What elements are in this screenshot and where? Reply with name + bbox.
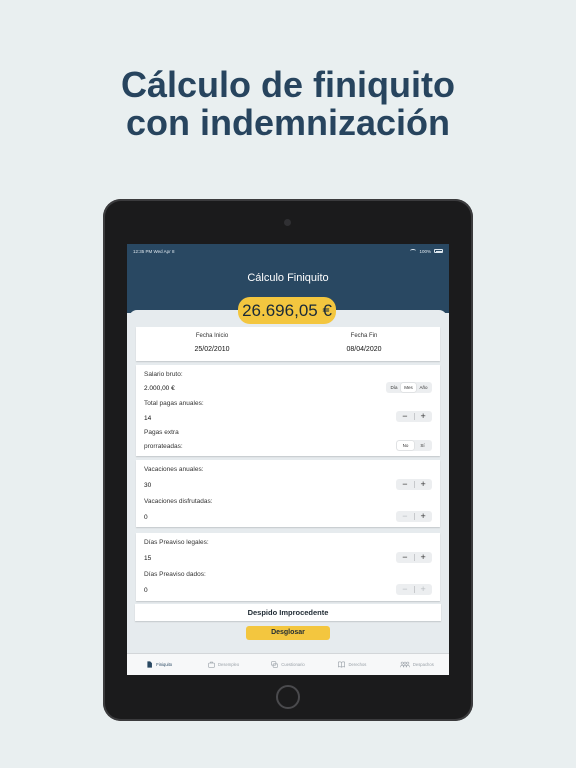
breakdown-button[interactable]: Desglosar — [246, 626, 330, 640]
plus-icon[interactable]: + — [414, 511, 432, 522]
payments-value: 14 — [144, 415, 152, 422]
extra-option-yes[interactable]: Sí — [414, 441, 431, 450]
salary-label: Salario bruto: — [144, 371, 183, 378]
notice-card: Días Preaviso legales: 15 − + Días Preav… — [136, 533, 440, 601]
wifi-icon — [410, 249, 417, 253]
plus-icon[interactable]: + — [414, 411, 432, 422]
tab-bar: Finiquito Desempleo Cuestionario Derecho… — [127, 653, 449, 675]
tab-desempleo[interactable]: Desempleo — [191, 654, 255, 675]
headline: Cálculo de finiquito con indemnización — [0, 66, 576, 142]
app-screen: 12:35 PM Wed Apr 8 100% Cálculo Finiquit… — [127, 244, 449, 675]
headline-line-2: con indemnización — [125, 102, 451, 143]
tab-label: Desempleo — [218, 662, 240, 667]
legal-notice-label: Días Preaviso legales: — [144, 539, 209, 546]
end-date-field[interactable]: Fecha Fin 08/04/2020 — [288, 327, 440, 361]
nav-title: Cálculo Finiquito — [247, 272, 329, 284]
annual-vacation-label: Vacaciones anuales: — [144, 466, 204, 473]
tablet-frame: 12:35 PM Wed Apr 8 100% Cálculo Finiquit… — [103, 199, 473, 721]
tab-label: Despachos — [412, 662, 434, 667]
chat-icon — [271, 661, 279, 668]
dates-card: Fecha Inicio 25/02/2010 Fecha Fin 08/04/… — [136, 327, 440, 361]
tab-despachos[interactable]: Despachos — [385, 654, 449, 675]
tab-label: Derechos — [348, 662, 367, 667]
end-date-value[interactable]: 08/04/2020 — [288, 346, 440, 353]
minus-icon[interactable]: − — [396, 479, 414, 490]
minus-icon[interactable]: − — [396, 584, 414, 595]
start-date-field[interactable]: Fecha Inicio 25/02/2010 — [136, 327, 288, 361]
dismissal-type-selector[interactable]: Despido Improcedente — [135, 604, 441, 621]
camera-icon — [284, 219, 291, 226]
tab-label: Cuestionario — [281, 662, 305, 667]
tab-cuestionario[interactable]: Cuestionario — [256, 654, 320, 675]
minus-icon[interactable]: − — [396, 511, 414, 522]
plus-icon[interactable]: + — [414, 552, 432, 563]
legal-notice-value: 15 — [144, 555, 152, 562]
battery-icon — [434, 249, 443, 253]
vacation-card: Vacaciones anuales: 30 − + Vacaciones di… — [136, 460, 440, 527]
extra-pay-label-2: prorrateadas: — [144, 443, 183, 450]
given-notice-label: Días Preaviso dados: — [144, 571, 206, 578]
period-option-day[interactable]: Día — [387, 383, 401, 392]
annual-vacation-value: 30 — [144, 482, 152, 489]
home-button[interactable] — [276, 685, 300, 709]
tab-finiquito[interactable]: Finiquito — [127, 654, 191, 675]
plus-icon[interactable]: + — [414, 584, 432, 595]
extra-pay-toggle[interactable]: No Sí — [396, 440, 432, 451]
form-content: Fecha Inicio 25/02/2010 Fecha Fin 08/04/… — [129, 310, 447, 655]
payments-stepper[interactable]: − + — [396, 411, 432, 422]
period-option-year[interactable]: Año — [416, 383, 431, 392]
extra-pay-label-1: Pagas extra — [144, 429, 179, 436]
book-icon — [338, 661, 346, 668]
period-option-month[interactable]: Mes — [401, 383, 416, 392]
salary-period-selector[interactable]: Día Mes Año — [386, 382, 432, 393]
start-date-label: Fecha Inicio — [195, 333, 229, 339]
given-notice-stepper[interactable]: − + — [396, 584, 432, 595]
given-notice-value: 0 — [144, 587, 148, 594]
salary-value[interactable]: 2.000,00 € — [144, 385, 175, 392]
used-vacation-stepper[interactable]: − + — [396, 511, 432, 522]
status-time: 12:35 PM Wed Apr 8 — [133, 248, 175, 254]
minus-icon[interactable]: − — [396, 552, 414, 563]
tab-derechos[interactable]: Derechos — [320, 654, 384, 675]
plus-icon[interactable]: + — [414, 479, 432, 490]
extra-option-no[interactable]: No — [397, 441, 414, 450]
tab-label: Finiquito — [156, 662, 173, 667]
used-vacation-value: 0 — [144, 514, 148, 521]
battery-percent: 100% — [419, 248, 431, 254]
total-amount-badge: 26.696,05 € — [238, 297, 336, 324]
end-date-label: Fecha Fin — [350, 333, 378, 339]
annual-vacation-stepper[interactable]: − + — [396, 479, 432, 490]
start-date-value[interactable]: 25/02/2010 — [136, 346, 288, 353]
headline-line-1: Cálculo de finiquito — [121, 64, 455, 105]
legal-notice-stepper[interactable]: − + — [396, 552, 432, 563]
people-icon — [400, 661, 410, 668]
payments-label: Total pagas anuales: — [144, 400, 204, 407]
document-icon — [147, 661, 153, 668]
salary-card: Salario bruto: 2.000,00 € Día Mes Año To… — [136, 365, 440, 456]
used-vacation-label: Vacaciones disfrutadas: — [144, 498, 213, 505]
status-bar: 12:35 PM Wed Apr 8 100% — [127, 244, 449, 258]
minus-icon[interactable]: − — [396, 411, 414, 422]
briefcase-icon — [208, 661, 215, 668]
